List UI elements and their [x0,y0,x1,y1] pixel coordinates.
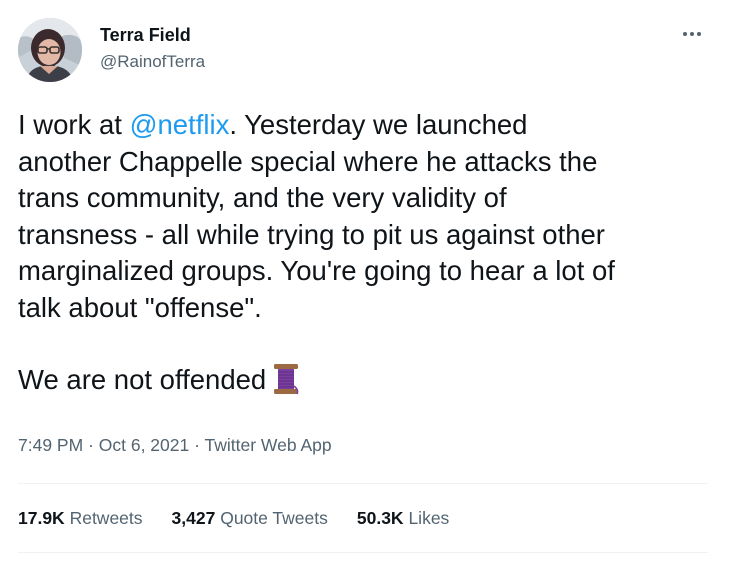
likes-count: 50.3K [356,508,404,528]
tweet-time[interactable]: 7:49 PM [18,435,83,455]
tweet-meta: 7:49 PM · Oct 6, 2021 · Twitter Web App [18,435,332,456]
user-handle[interactable]: @RainofTerra [100,52,205,72]
tweet-line: another Chappelle special where he attac… [18,145,598,177]
quote-tweets-stat[interactable]: 3,427 Quote Tweets [172,508,328,529]
meta-separator: · [88,435,94,455]
retweets-stat[interactable]: 17.9K Retweets [18,508,143,529]
tweet-date[interactable]: Oct 6, 2021 [99,435,189,455]
tweet-source[interactable]: Twitter Web App [205,435,332,455]
tweet-text-segment: I work at [18,109,130,140]
more-options-button[interactable] [674,20,710,48]
tweet-line: marginalized groups. You're going to hea… [18,255,615,286]
engagement-stats: 17.9K Retweets 3,427 Quote Tweets 50.3K … [18,508,478,529]
tweet-line: We are not offended [18,362,708,405]
quote-tweets-label: Quote Tweets [220,508,328,528]
divider-top [18,483,708,484]
tweet-line: I work at @netflix. Yesterday we launche… [18,107,708,144]
display-name[interactable]: Terra Field [100,25,191,46]
tweet-line: talk about "offense". [18,291,262,323]
mention-link[interactable]: @netflix [130,109,230,140]
divider-bottom [18,552,708,553]
tweet-line: transness - all while trying to pit us a… [18,218,605,250]
more-horizontal-icon [683,32,687,36]
avatar-image [18,18,82,82]
thread-spool-emoji [272,363,300,405]
retweets-count: 17.9K [18,508,65,528]
tweet-line: trans community, and the very validity o… [18,182,507,213]
tweet-text-segment: . Yesterday we launched [229,109,528,140]
retweets-label: Retweets [69,508,143,528]
quote-tweets-count: 3,427 [171,508,216,528]
tweet-card: Terra Field @RainofTerra I work at @netf… [0,0,730,561]
likes-stat[interactable]: 50.3K Likes [357,508,449,529]
more-horizontal-icon-dot [690,32,694,36]
likes-label: Likes [408,508,450,528]
meta-separator: · [194,435,200,455]
more-horizontal-icon-dot [697,32,701,36]
avatar[interactable] [18,18,82,82]
tweet-text: I work at @netflix. Yesterday we launche… [18,107,708,405]
closing-text: We are not offended [18,364,267,395]
